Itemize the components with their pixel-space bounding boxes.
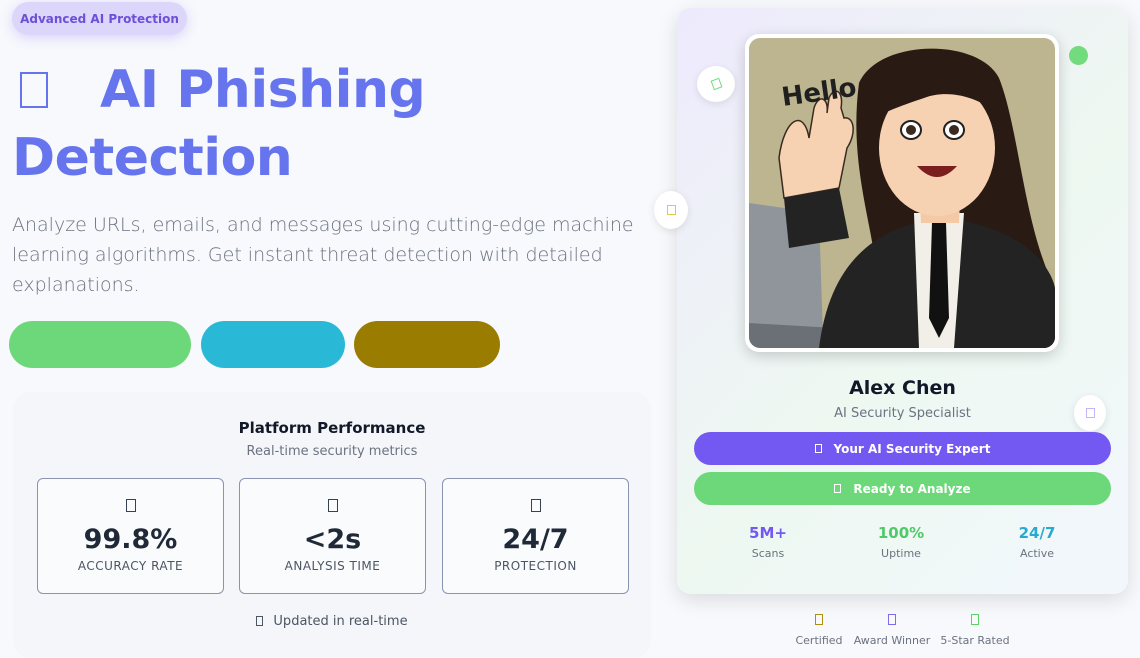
check-icon [834, 484, 842, 493]
analysis-time-metric: <2s ANALYSIS TIME [239, 478, 426, 594]
trust-label: Award Winner [853, 634, 931, 647]
metric-value: 24/7 [502, 524, 569, 555]
stat-label: Active [1019, 547, 1055, 560]
advanced-protection-badge: Advanced AI Protection [12, 2, 187, 35]
metric-label: ANALYSIS TIME [284, 559, 381, 573]
metric-label: PROTECTION [494, 559, 577, 573]
metric-value: 99.8% [83, 524, 178, 555]
uptime-stat: 100% Uptime [851, 524, 951, 560]
shield-icon [20, 72, 48, 108]
title-line-1: AI Phishing [100, 60, 426, 120]
cyan-action-pill[interactable] [201, 321, 345, 368]
metric-label: ACCURACY RATE [77, 559, 184, 573]
updated-label: Updated in real-time [273, 614, 408, 629]
avatar-illustration: Hello [749, 38, 1055, 348]
olive-action-pill[interactable] [354, 321, 500, 368]
lock-icon [666, 205, 676, 215]
metric-value: <2s [303, 524, 362, 555]
bolt-icon [327, 499, 338, 512]
certified-badge: Certified [789, 614, 849, 647]
scans-stat: 5M+ Scans [718, 524, 818, 560]
star-icon [971, 614, 979, 625]
performance-subtitle: Real-time security metrics [246, 444, 418, 459]
expert-role: AI Security Specialist [834, 406, 971, 421]
performance-title: Platform Performance [238, 419, 426, 437]
award-winner-badge: Award Winner [852, 614, 932, 647]
floating-lock-bubble [654, 191, 688, 229]
clock-icon [256, 616, 264, 626]
hero-description: Analyze URLs, emails, and messages using… [12, 214, 634, 296]
robot-icon [814, 444, 822, 453]
expert-avatar: Hello [745, 34, 1059, 352]
green-action-pill[interactable] [9, 321, 191, 368]
button-label: Ready to Analyze [853, 481, 971, 496]
platform-performance-card: Platform Performance Real-time security … [13, 392, 651, 658]
stat-value: 5M+ [749, 524, 787, 542]
expert-name: Alex Chen [849, 377, 956, 399]
target-icon [125, 499, 136, 512]
button-label: Your AI Security Expert [833, 441, 991, 456]
shield-icon [710, 77, 722, 91]
stat-label: Scans [751, 547, 785, 560]
floating-shield-bubble [697, 66, 735, 102]
title-line-2: Detection [12, 128, 293, 188]
stat-label: Uptime [881, 547, 921, 560]
stat-value: 100% [877, 524, 925, 542]
accuracy-metric: 99.8% ACCURACY RATE [37, 478, 224, 594]
active-stat: 24/7 Active [987, 524, 1087, 560]
certificate-icon [815, 614, 823, 625]
ai-security-expert-button[interactable]: Your AI Security Expert [694, 432, 1111, 465]
page-title: AI Phishing Detection [12, 56, 612, 192]
trust-label: 5-Star Rated [940, 634, 1010, 647]
online-status-dot [1069, 46, 1088, 65]
updated-status: Updated in real-time [13, 614, 651, 629]
five-star-badge: 5-Star Rated [940, 614, 1010, 647]
stat-value: 24/7 [1018, 524, 1056, 542]
shield-icon [530, 499, 541, 512]
trophy-icon [888, 614, 896, 625]
protection-metric: 24/7 PROTECTION [442, 478, 629, 594]
ready-to-analyze-button[interactable]: Ready to Analyze [694, 472, 1111, 505]
trust-label: Certified [795, 634, 843, 647]
